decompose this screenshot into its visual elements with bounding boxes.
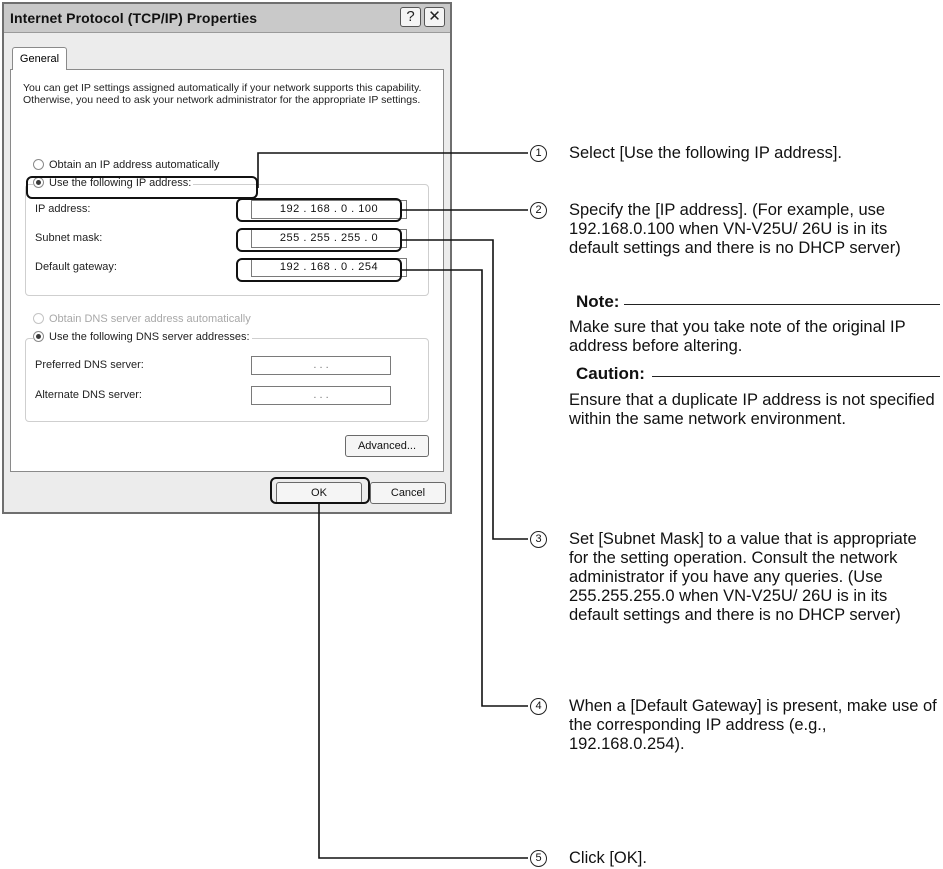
tab-general[interactable]: General [12,47,67,70]
step-3-text: Set [Subnet Mask] to a value that is app… [569,530,917,624]
note-heading: Note: [576,292,620,311]
caution-text: Ensure that a duplicate IP address is no… [569,391,935,428]
step-4-text: When a [Default Gateway] is present, mak… [569,697,937,753]
caution-heading: Caution: [576,364,645,383]
callout-number-1: 1 [530,145,547,162]
step-5-text: Click [OK]. [569,849,647,867]
note-rule [624,304,940,305]
callout-number-5: 5 [530,850,547,867]
callout-number-3: 3 [530,531,547,548]
note-text: Make sure that you take note of the orig… [569,318,906,355]
callout-number-2: 2 [530,202,547,219]
callout-number-4: 4 [530,698,547,715]
step-1-text: Select [Use the following IP address]. [569,144,843,162]
step-2-text: Specify the [IP address]. (For example, … [569,201,901,257]
caution-rule [652,376,940,377]
